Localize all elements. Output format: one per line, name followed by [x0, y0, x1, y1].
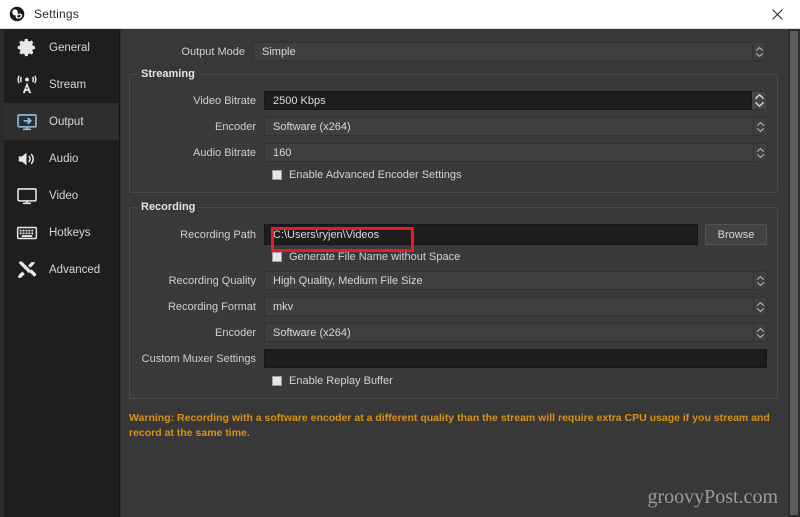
video-bitrate-label: Video Bitrate [193, 94, 256, 107]
recording-format-spinner[interactable] [754, 297, 767, 316]
output-mode-row: Output Mode Simple [121, 42, 766, 61]
sidebar-item-label: Audio [49, 152, 79, 165]
custom-muxer-field [264, 349, 767, 368]
sidebar-item-audio[interactable]: Audio [4, 140, 119, 177]
recording-path-input[interactable]: C:\Users\ryjen\Videos [264, 224, 698, 245]
sidebar-item-label: Hotkeys [49, 226, 91, 239]
audio-bitrate-spinner[interactable] [754, 143, 767, 162]
advanced-encoder-checkbox[interactable] [272, 170, 282, 180]
sidebar-item-label: Advanced [49, 263, 101, 276]
recording-group-title: Recording [137, 201, 200, 213]
streaming-group-title: Streaming [137, 68, 199, 80]
output-mode-spinner[interactable] [753, 42, 766, 61]
generate-no-space-checkbox[interactable] [272, 252, 282, 262]
audio-bitrate-field: 160 [264, 143, 767, 162]
stream-encoder-spinner[interactable] [754, 117, 767, 136]
recording-quality-field: High Quality, Medium File Size [264, 271, 767, 290]
recording-path-label: Recording Path [180, 228, 256, 241]
replay-buffer-label: Enable Replay Buffer [289, 375, 393, 387]
audio-bitrate-label: Audio Bitrate [193, 146, 256, 159]
stream-encoder-row: Encoder Software (x264) [132, 117, 767, 136]
sidebar-item-general[interactable]: General [4, 29, 119, 66]
recording-group: Recording Recording Path C:\Users\ryjen\… [129, 201, 778, 399]
custom-muxer-row: Custom Muxer Settings [132, 349, 767, 368]
sidebar-item-hotkeys[interactable]: Hotkeys [4, 214, 119, 251]
recording-quality-row: Recording Quality High Quality, Medium F… [132, 271, 767, 290]
broadcast-icon [15, 73, 39, 97]
advanced-encoder-label: Enable Advanced Encoder Settings [289, 169, 462, 181]
advanced-encoder-row: Enable Advanced Encoder Settings [132, 169, 767, 181]
tools-icon [15, 258, 39, 282]
recording-format-field: mkv [264, 297, 767, 316]
sidebar-item-stream[interactable]: Stream [4, 66, 119, 103]
recording-format-select[interactable]: mkv [264, 297, 754, 316]
replay-buffer-checkbox[interactable] [272, 376, 282, 386]
recording-path-row: Recording Path C:\Users\ryjen\Videos Bro… [132, 224, 767, 245]
output-mode-label: Output Mode [181, 45, 245, 58]
audio-bitrate-select[interactable]: 160 [264, 143, 754, 162]
video-bitrate-spinner[interactable] [752, 91, 767, 110]
sidebar-item-label: Video [49, 189, 79, 202]
generate-no-space-row: Generate File Name without Space [132, 251, 767, 263]
generate-no-space-label: Generate File Name without Space [289, 251, 461, 263]
audio-bitrate-row: Audio Bitrate 160 [132, 143, 767, 162]
vertical-scrollbar[interactable] [788, 29, 800, 517]
custom-muxer-label: Custom Muxer Settings [141, 352, 256, 365]
window-title: Settings [34, 7, 79, 21]
monitor-icon [15, 184, 39, 208]
obs-logo-icon [9, 6, 25, 22]
scrollbar-thumb[interactable] [790, 31, 798, 515]
sidebar-item-advanced[interactable]: Advanced [4, 251, 119, 288]
recording-quality-select[interactable]: High Quality, Medium File Size [264, 271, 754, 290]
recording-encoder-field: Software (x264) [264, 323, 767, 342]
encoder-warning-text: Warning: Recording with a software encod… [129, 412, 770, 440]
recording-quality-label: Recording Quality [168, 274, 256, 287]
gear-icon [15, 36, 39, 60]
recording-encoder-label: Encoder [215, 326, 256, 339]
recording-format-label: Recording Format [167, 300, 256, 313]
settings-sidebar: General Stream Output Audio Video Hotkey… [4, 29, 120, 517]
output-mode-field: Simple [253, 42, 766, 61]
output-settings-panel: Output Mode Simple Streaming Video Bitra… [121, 29, 788, 517]
watermark: groovyPost.com [647, 486, 778, 508]
video-bitrate-input[interactable]: 2500 Kbps [264, 91, 752, 110]
video-bitrate-field: 2500 Kbps [264, 91, 767, 110]
custom-muxer-input[interactable] [264, 349, 767, 368]
recording-encoder-select[interactable]: Software (x264) [264, 323, 754, 342]
stream-encoder-field: Software (x264) [264, 117, 767, 136]
output-mode-select[interactable]: Simple [253, 42, 753, 61]
recording-encoder-spinner[interactable] [754, 323, 767, 342]
close-icon[interactable] [754, 0, 800, 28]
stream-encoder-label: Encoder [215, 120, 256, 133]
streaming-group: Streaming Video Bitrate 2500 Kbps Encode… [129, 68, 778, 193]
sidebar-item-output[interactable]: Output [4, 103, 119, 140]
browse-button[interactable]: Browse [705, 224, 767, 245]
video-bitrate-row: Video Bitrate 2500 Kbps [132, 91, 767, 110]
speaker-icon [15, 147, 39, 171]
title-bar: Settings [0, 0, 800, 29]
sidebar-item-video[interactable]: Video [4, 177, 119, 214]
replay-buffer-row: Enable Replay Buffer [132, 375, 767, 387]
keyboard-icon [15, 221, 39, 245]
stream-encoder-select[interactable]: Software (x264) [264, 117, 754, 136]
recording-path-field: C:\Users\ryjen\Videos Browse [264, 224, 767, 245]
output-monitor-icon [15, 110, 39, 134]
sidebar-item-label: Output [49, 115, 84, 128]
recording-encoder-row: Encoder Software (x264) [132, 323, 767, 342]
sidebar-item-label: Stream [49, 78, 87, 91]
sidebar-item-label: General [49, 41, 90, 54]
recording-quality-spinner[interactable] [754, 271, 767, 290]
recording-format-row: Recording Format mkv [132, 297, 767, 316]
settings-window: Settings General Stream Output Audio Vid… [0, 0, 800, 517]
